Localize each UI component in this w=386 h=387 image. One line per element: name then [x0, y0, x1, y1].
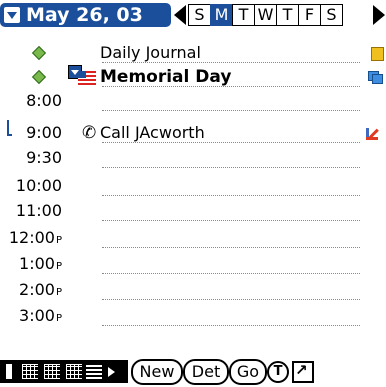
pm-marker: P [55, 287, 62, 298]
current-date[interactable]: May 26, 03 [26, 3, 143, 27]
header-bar: May 26, 03 S M T W T F S [0, 0, 386, 30]
note-icon[interactable] [371, 47, 384, 61]
time-label-pm: 2:00P [0, 278, 62, 305]
alarm-icon[interactable] [366, 126, 382, 140]
pm-marker: P [55, 235, 62, 246]
day-thu[interactable]: T [276, 4, 299, 26]
untimed-diamond-icon [31, 69, 47, 85]
time-slot-row[interactable]: 1:00P [0, 252, 386, 276]
go-button[interactable]: Go [229, 359, 267, 385]
pm-marker: P [55, 313, 62, 324]
time-value: 1:00 [19, 254, 55, 273]
year-view-icon[interactable] [66, 364, 82, 379]
us-flag-icon [78, 71, 96, 85]
next-week-arrow-icon[interactable] [373, 5, 385, 25]
time-label: 9:00 [26, 123, 62, 142]
day-fri[interactable]: F [298, 4, 321, 26]
time-slot-row[interactable]: 3:00P [0, 304, 386, 328]
time-value: 3:00 [19, 306, 55, 325]
row-divider [102, 62, 360, 63]
time-slot-row[interactable]: 9:30 [0, 146, 386, 170]
time-label-pm: 12:00P [0, 226, 62, 253]
time-slot-row[interactable]: 2:00P [0, 278, 386, 302]
time-slot-row[interactable]: 9:00 ✆ Call JAcworth [0, 121, 386, 145]
new-button[interactable]: New [131, 359, 183, 385]
details-button[interactable]: Det [183, 359, 229, 385]
untimed-diamond-icon [31, 45, 47, 61]
day-wed[interactable]: W [254, 4, 277, 26]
untimed-event-row[interactable]: Daily Journal [0, 41, 386, 65]
time-slot-row[interactable]: 12:00P [0, 226, 386, 250]
pm-marker: P [55, 261, 62, 272]
time-label-pm: 1:00P [0, 252, 62, 279]
jump-icon[interactable] [292, 361, 314, 383]
row-divider [102, 86, 360, 87]
current-time-marker [7, 120, 12, 136]
footer-toolbar: New Det Go T [0, 357, 386, 387]
month-view-icon[interactable] [44, 364, 60, 379]
row-divider [102, 325, 360, 326]
repeat-icon[interactable] [368, 71, 383, 84]
time-label-pm: 3:00P [0, 304, 62, 331]
day-sun[interactable]: S [188, 4, 211, 26]
row-divider [102, 142, 360, 143]
day-sat[interactable]: S [320, 4, 343, 26]
weekday-selector: S M T W T F S [188, 4, 343, 26]
more-views-arrow-icon[interactable] [108, 367, 115, 377]
time-label: 9:30 [26, 148, 62, 167]
day-view-icon[interactable] [6, 364, 12, 379]
previous-week-arrow-icon[interactable] [174, 5, 186, 25]
untimed-event-row[interactable]: Memorial Day [0, 65, 386, 89]
row-divider [102, 220, 360, 221]
date-selector[interactable]: May 26, 03 [0, 3, 171, 27]
row-divider [102, 167, 360, 168]
time-slot-row[interactable]: 10:00 [0, 174, 386, 198]
dropdown-arrow-icon[interactable] [4, 7, 20, 23]
day-tue[interactable]: T [232, 4, 255, 26]
row-divider [102, 273, 360, 274]
day-mon[interactable]: M [210, 4, 233, 26]
time-label: 8:00 [26, 91, 62, 110]
list-view-icon[interactable] [86, 364, 102, 379]
time-slot-row[interactable]: 8:00 [0, 89, 386, 113]
today-button[interactable]: T [267, 361, 289, 383]
time-label: 11:00 [15, 201, 62, 220]
view-selector [0, 360, 128, 383]
time-value: 2:00 [19, 280, 55, 299]
week-view-icon[interactable] [22, 364, 38, 379]
row-divider [102, 247, 360, 248]
time-value: 12:00 [8, 228, 55, 247]
row-divider [102, 299, 360, 300]
phone-icon: ✆ [82, 123, 97, 143]
time-slot-row[interactable]: 11:00 [0, 199, 386, 223]
row-divider [102, 110, 360, 111]
row-divider [102, 195, 360, 196]
time-label: 10:00 [15, 176, 62, 195]
